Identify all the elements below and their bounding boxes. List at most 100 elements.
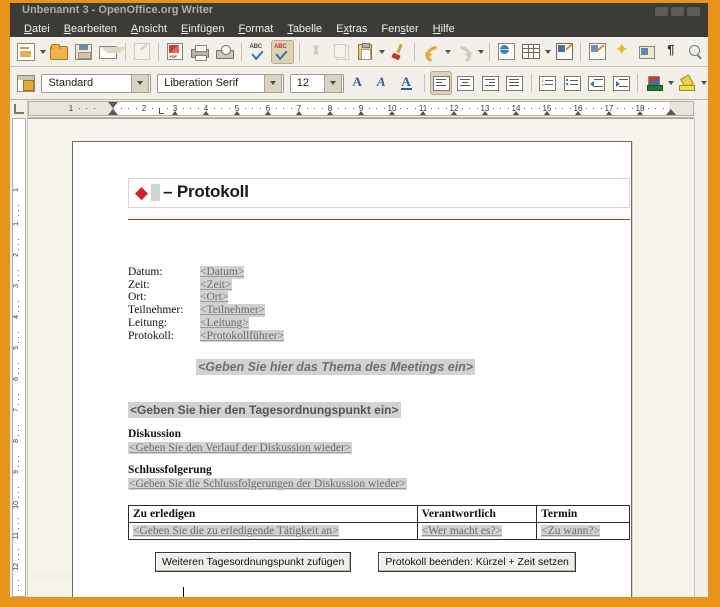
window-controls[interactable] <box>655 7 700 16</box>
meeting-topic-placeholder[interactable]: <Geben Sie hier das Thema des Meetings e… <box>196 359 476 376</box>
numbered-list-button[interactable]: 12 <box>537 71 559 95</box>
title-bar[interactable]: Unbenannt 3 - OpenOffice.org Writer <box>10 3 708 20</box>
table-cell-task[interactable]: <Geben Sie die zu erledigende Tätigkeit … <box>128 522 418 541</box>
ruler-tick <box>663 108 665 109</box>
table-row[interactable]: <Geben Sie die zu erledigende Tätigkeit … <box>128 522 630 541</box>
underline-button[interactable] <box>397 71 419 95</box>
form-controls-icon[interactable] <box>586 40 609 64</box>
section-body-schlussfolgerung[interactable]: <Geben Sie die Schlussfolgerungen der Di… <box>128 478 407 491</box>
decrease-indent-button[interactable] <box>586 71 608 95</box>
first-line-indent-marker[interactable] <box>108 102 118 108</box>
table-cell-due[interactable]: <Zu wann?> <box>536 522 630 541</box>
vertical-scrollbar[interactable] <box>694 118 708 597</box>
font-size-dropdown-icon[interactable] <box>323 73 342 93</box>
table-cell-owner[interactable]: <Wer macht es?> <box>416 522 538 541</box>
menu-item-format[interactable]: Format <box>231 22 280 36</box>
show-draw-functions-icon[interactable] <box>553 40 576 64</box>
align-left-button[interactable] <box>429 71 453 95</box>
vertical-ruler-mark: 1 <box>13 188 20 192</box>
menu-item-einfuegen[interactable]: Einfügen <box>174 22 231 36</box>
paste-icon[interactable] <box>354 40 377 64</box>
export-pdf-icon[interactable] <box>164 40 187 64</box>
cut-icon[interactable] <box>305 40 328 64</box>
menu-item-datei[interactable]: Datei <box>17 22 57 36</box>
menu-item-bearbeiten[interactable]: Bearbeiten <box>57 22 124 36</box>
meta-value-leitung[interactable]: <Leitung> <box>200 316 249 330</box>
highlighting-button[interactable] <box>676 71 698 95</box>
menu-item-hilfe[interactable]: Hilfe <box>426 22 462 36</box>
align-justify-button[interactable] <box>503 71 525 95</box>
increase-indent-button[interactable] <box>610 71 632 95</box>
gallery-icon[interactable] <box>635 40 658 64</box>
meta-value-teilnehmer[interactable]: <Teilnehmer> <box>200 304 266 317</box>
bold-button[interactable] <box>348 71 370 95</box>
meta-value-datum[interactable]: <Datum> <box>200 266 245 279</box>
maximize-button[interactable] <box>671 7 684 16</box>
vertical-ruler[interactable]: 1 1 2 3 4 5 6 7 8 9 10 11 12 <box>10 118 28 597</box>
horizontal-ruler-track[interactable]: 1 1 2 3 4 5 6 7 8 9 10 11 12 13 14 15 16 17 18 <box>28 101 694 116</box>
ruler-corner-button[interactable] <box>10 100 28 118</box>
meta-value-protokoll[interactable]: <Protokollführer> <box>200 329 284 343</box>
send-email-icon[interactable] <box>97 40 128 64</box>
italic-button[interactable] <box>372 71 394 95</box>
owner-placeholder[interactable]: <Wer macht es?> <box>421 525 502 538</box>
insert-table-dropdown[interactable] <box>543 41 551 63</box>
open-document-icon[interactable] <box>48 40 71 64</box>
font-size-combo[interactable]: 12 <box>289 73 344 93</box>
menu-item-extras[interactable]: Extras <box>329 22 374 36</box>
print-icon[interactable] <box>189 40 212 64</box>
spellcheck-icon[interactable] <box>247 40 270 64</box>
document-title-frame[interactable]: ◆ – Protokoll <box>128 178 630 208</box>
styles-and-formatting-icon[interactable] <box>15 71 37 95</box>
font-name-dropdown-icon[interactable] <box>263 73 282 93</box>
meta-value-zeit[interactable]: <Zeit> <box>200 278 232 292</box>
menu-item-tabelle[interactable]: Tabelle <box>280 22 329 36</box>
save-document-icon[interactable] <box>73 40 96 64</box>
autospellcheck-icon[interactable] <box>271 39 294 64</box>
redo-icon[interactable] <box>453 40 476 64</box>
hyperlink-icon[interactable] <box>495 40 518 64</box>
font-name-combo[interactable]: Liberation Serif <box>157 73 284 93</box>
action-items-table[interactable]: Zu erledigen Verantwortlich Termin <Gebe… <box>128 505 630 541</box>
minimize-button[interactable] <box>655 7 668 16</box>
font-color-button[interactable] <box>643 71 665 95</box>
font-color-dropdown[interactable] <box>667 72 675 94</box>
close-button[interactable] <box>687 7 700 16</box>
zoom-icon[interactable] <box>685 40 708 64</box>
right-indent-marker[interactable] <box>666 109 676 115</box>
print-preview-icon[interactable] <box>213 40 236 64</box>
tab-stop-marker[interactable] <box>159 108 164 114</box>
agenda-item-placeholder[interactable]: <Geben Sie hier den Tagesordnungspunkt e… <box>128 402 401 419</box>
paragraph-style-dropdown-icon[interactable] <box>131 73 150 93</box>
bulleted-list-button[interactable] <box>561 71 583 95</box>
align-center-button[interactable] <box>454 71 476 95</box>
due-placeholder[interactable]: <Zu wann?> <box>541 525 600 538</box>
new-document-dropdown[interactable] <box>39 41 47 63</box>
clone-formatting-icon[interactable] <box>387 40 410 64</box>
insert-table-icon[interactable] <box>520 40 543 64</box>
section-body-diskussion[interactable]: <Geben Sie den Verlauf der Diskussion wi… <box>128 442 353 455</box>
menu-item-ansicht[interactable]: Ansicht <box>124 22 174 36</box>
new-document-icon[interactable] <box>15 40 38 64</box>
paragraph-style-combo[interactable]: Standard <box>41 73 152 93</box>
add-agenda-item-button[interactable]: Weiteren Tagesordnungspunkt zufügen <box>155 552 352 573</box>
task-placeholder[interactable]: <Geben Sie die zu erledigende Tätigkeit … <box>133 525 339 538</box>
copy-icon[interactable] <box>329 40 352 64</box>
edit-file-icon[interactable] <box>131 40 154 64</box>
highlighting-dropdown[interactable] <box>700 72 708 94</box>
title-placeholder-field[interactable] <box>151 183 161 201</box>
meta-value-ort[interactable]: <Ort> <box>200 291 229 305</box>
document-page[interactable]: ◆ – Protokoll Datum: <Datum> Zeit: <Zeit… <box>72 141 632 597</box>
paste-dropdown[interactable] <box>377 41 385 63</box>
align-right-button[interactable] <box>479 71 501 95</box>
undo-dropdown[interactable] <box>444 41 452 63</box>
table-header-verantwortlich: Verantwortlich <box>416 505 538 524</box>
menu-item-fenster[interactable]: Fenster <box>374 22 425 36</box>
star-shapes-icon[interactable] <box>611 40 634 64</box>
undo-icon[interactable] <box>420 40 443 64</box>
left-indent-marker[interactable] <box>108 109 118 115</box>
formatting-marks-icon[interactable] <box>660 40 683 64</box>
finish-minutes-button[interactable]: Protokoll beenden: Kürzel + Zeit setzen <box>378 552 576 573</box>
document-canvas[interactable]: OpenOffice.org ◆ – Protokoll Datum: <Dat… <box>28 118 694 597</box>
redo-dropdown[interactable] <box>477 41 485 63</box>
